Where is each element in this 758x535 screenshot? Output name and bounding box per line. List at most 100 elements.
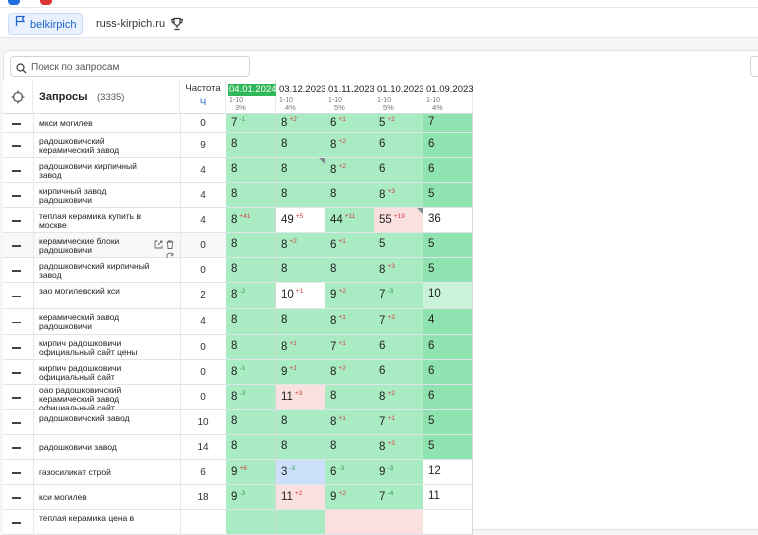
position-cell[interactable]: 8 bbox=[226, 233, 276, 257]
position-cell[interactable]: 49 +5 bbox=[276, 208, 326, 232]
position-cell[interactable]: 9 -3 bbox=[374, 460, 424, 484]
position-cell[interactable]: 3 -3 bbox=[276, 460, 326, 484]
position-cell[interactable]: 8 +2 bbox=[276, 114, 326, 132]
position-cell[interactable]: 5 bbox=[423, 183, 473, 207]
query-text[interactable]: радошковичский кирпичный завод bbox=[39, 261, 159, 280]
position-cell[interactable]: 5 bbox=[423, 233, 473, 257]
position-cell[interactable]: 8 bbox=[276, 158, 326, 182]
position-cell[interactable]: 8 +1 bbox=[276, 335, 326, 359]
position-cell[interactable]: 6 bbox=[423, 360, 473, 384]
position-cell[interactable]: 8 bbox=[226, 183, 276, 207]
position-cell[interactable]: 6 -3 bbox=[325, 460, 375, 484]
collapse-dash-icon[interactable] bbox=[12, 522, 21, 524]
query-text[interactable]: кирпичный завод радошковичи bbox=[39, 186, 159, 205]
collapse-dash-icon[interactable] bbox=[12, 397, 21, 399]
position-cell[interactable]: 8 bbox=[226, 309, 276, 334]
position-cell[interactable]: 7 -4 bbox=[374, 485, 424, 509]
position-cell[interactable]: 6 bbox=[423, 158, 473, 182]
position-cell[interactable] bbox=[423, 510, 473, 534]
position-cell[interactable]: 9 +2 bbox=[325, 283, 375, 308]
position-cell[interactable]: 8 bbox=[276, 410, 326, 434]
collapse-dash-icon[interactable] bbox=[12, 422, 21, 424]
query-text[interactable]: зао могилевский кси bbox=[39, 287, 159, 296]
collapse-dash-icon[interactable] bbox=[12, 270, 21, 272]
position-cell[interactable]: 55 +19 bbox=[374, 208, 424, 232]
position-cell[interactable]: 10 +1 bbox=[276, 283, 326, 308]
date-column-header[interactable]: 03.12.2023 1-10 4% bbox=[276, 80, 327, 114]
date-column-header[interactable]: 04.01.2024 1-10 3% bbox=[226, 80, 278, 114]
edit-icon[interactable] bbox=[154, 236, 163, 254]
position-cell[interactable]: 9 +1 bbox=[276, 360, 326, 384]
position-cell[interactable]: 5 bbox=[423, 258, 473, 282]
query-text[interactable]: оао радошковичский керамический завод оф… bbox=[39, 386, 159, 413]
position-cell[interactable]: 8 +3 bbox=[374, 183, 424, 207]
position-cell[interactable]: 6 bbox=[423, 385, 473, 409]
query-text[interactable]: кирпич радошковичи официальный сайт bbox=[39, 363, 159, 382]
collapse-dash-icon[interactable] bbox=[12, 472, 21, 474]
position-cell[interactable]: 44 +11 bbox=[325, 208, 375, 232]
frequency-column-header[interactable]: Частота Ч bbox=[180, 80, 226, 114]
query-text[interactable]: радошковичи завод bbox=[39, 443, 159, 452]
position-cell[interactable]: 8 bbox=[276, 435, 326, 459]
search-box[interactable] bbox=[10, 56, 250, 77]
position-cell[interactable]: 8 +1 bbox=[325, 309, 375, 334]
position-cell[interactable] bbox=[276, 510, 326, 534]
position-cell[interactable]: 9 -3 bbox=[226, 485, 276, 509]
position-cell[interactable]: 8 bbox=[226, 258, 276, 282]
position-cell[interactable]: 7 -3 bbox=[374, 283, 424, 308]
position-cell[interactable]: 11 +2 bbox=[276, 485, 326, 509]
position-cell[interactable]: 6 bbox=[374, 360, 424, 384]
position-cell[interactable]: 8 +2 bbox=[276, 233, 326, 257]
position-cell[interactable]: 10 bbox=[423, 283, 473, 308]
position-cell[interactable]: 9 +6 bbox=[226, 460, 276, 484]
position-cell[interactable]: 8 +2 bbox=[325, 360, 375, 384]
position-cell[interactable]: 7 -1 bbox=[226, 114, 276, 132]
position-cell[interactable]: 6 bbox=[374, 335, 424, 359]
query-text[interactable]: радошковичи кирпичный завод bbox=[39, 161, 159, 180]
query-column-header[interactable]: Запросы (3335) bbox=[33, 80, 180, 114]
position-cell[interactable]: 8 bbox=[276, 133, 326, 157]
position-cell[interactable]: 4 bbox=[423, 309, 473, 334]
select-column-header[interactable] bbox=[3, 80, 33, 114]
position-cell[interactable]: 8 bbox=[276, 309, 326, 334]
position-cell[interactable]: 8 bbox=[276, 258, 326, 282]
collapse-dash-icon[interactable] bbox=[12, 295, 21, 297]
collapse-dash-icon[interactable] bbox=[12, 145, 21, 147]
query-text[interactable]: керамический завод радошковичи bbox=[39, 313, 159, 331]
date-column-header[interactable]: 01.10.2023 1-10 5% bbox=[374, 80, 425, 114]
query-text[interactable]: кси могилев bbox=[39, 493, 159, 502]
collapse-dash-icon[interactable] bbox=[12, 447, 21, 449]
position-cell[interactable]: 8 bbox=[276, 183, 326, 207]
date-column-header[interactable]: 01.09.2023 1-10 4% bbox=[423, 80, 474, 114]
query-text[interactable]: теплая керамика купить в москве bbox=[39, 211, 159, 230]
query-text[interactable]: теплая керамика цена в bbox=[39, 513, 159, 523]
position-cell[interactable]: 8 bbox=[325, 385, 375, 409]
position-cell[interactable]: 8 bbox=[226, 133, 276, 157]
position-cell[interactable]: 8 +1 bbox=[325, 410, 375, 434]
position-cell[interactable]: 8 +2 bbox=[325, 133, 375, 157]
position-cell[interactable] bbox=[226, 510, 276, 534]
tab-belkirpich[interactable]: belkirpich bbox=[8, 13, 84, 35]
position-cell[interactable]: 11 bbox=[423, 485, 473, 509]
position-cell[interactable]: 5 bbox=[423, 410, 473, 434]
position-cell[interactable]: 8 bbox=[226, 158, 276, 182]
position-cell[interactable]: 8 bbox=[325, 183, 375, 207]
position-cell[interactable]: 5 bbox=[423, 435, 473, 459]
position-cell[interactable]: 6 bbox=[423, 133, 473, 157]
frequency-unit[interactable]: Ч bbox=[180, 97, 226, 108]
collapse-dash-icon[interactable] bbox=[12, 372, 21, 374]
position-cell[interactable]: 8 +2 bbox=[325, 158, 375, 182]
position-cell[interactable]: 6 bbox=[374, 133, 424, 157]
position-cell[interactable]: 5 bbox=[374, 233, 424, 257]
trophy-icon[interactable] bbox=[170, 17, 184, 36]
collapse-dash-icon[interactable] bbox=[12, 220, 21, 222]
toolbar-button[interactable] bbox=[750, 56, 758, 77]
query-text[interactable]: радошковичский завод bbox=[39, 413, 159, 423]
query-text[interactable]: мкси могилев bbox=[39, 119, 159, 128]
position-cell[interactable]: 6 +1 bbox=[325, 114, 375, 132]
position-cell[interactable]: 12 bbox=[423, 460, 473, 484]
position-cell[interactable]: 8 -2 bbox=[226, 283, 276, 308]
collapse-dash-icon[interactable] bbox=[12, 123, 21, 125]
query-text[interactable]: газосиликат строй bbox=[39, 468, 159, 477]
position-cell[interactable]: 7 +1 bbox=[325, 335, 375, 359]
